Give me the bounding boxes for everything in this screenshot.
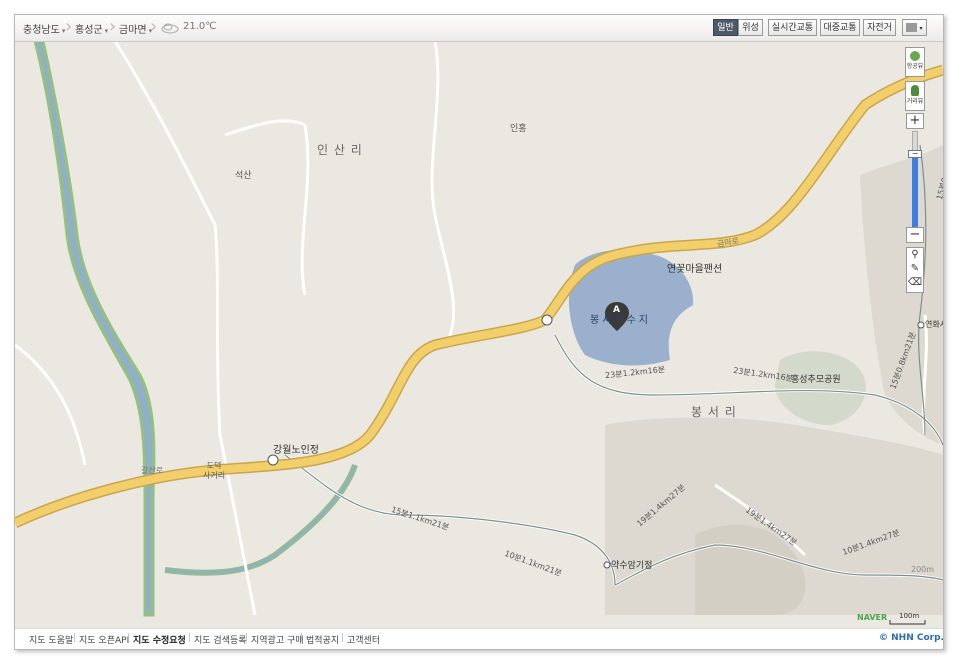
pegman-icon bbox=[911, 85, 919, 96]
aerial-view-icon bbox=[910, 51, 920, 61]
footer-separator: | bbox=[245, 633, 249, 643]
footer-separator: | bbox=[341, 633, 345, 643]
map-style-dropdown[interactable]: ▾ bbox=[902, 19, 927, 36]
scale-label: 100m bbox=[899, 612, 920, 620]
map-normal-button[interactable]: 일반 bbox=[713, 19, 738, 36]
magnifier-icon[interactable]: ⚲ bbox=[907, 248, 923, 262]
public-transit-button[interactable]: 대중교통 bbox=[820, 19, 860, 36]
place-label-gangwol: 강월노인정 bbox=[273, 445, 319, 456]
zoom-slider-handle[interactable]: − bbox=[908, 150, 922, 158]
ruler-icon[interactable]: ✎ bbox=[907, 262, 923, 276]
map-style-swatch-icon bbox=[906, 23, 918, 32]
footer-link-local-ads[interactable]: 지역광고 구매 bbox=[251, 633, 304, 646]
company-name: © NHN Corp. bbox=[879, 633, 944, 643]
footer-link-open-api[interactable]: 지도 오픈API bbox=[79, 633, 129, 646]
footer-bar: 지도 도움말 | 지도 오픈API | 지도 수정요청 | 지도 검색등록 | … bbox=[15, 628, 944, 649]
copyright-icon: © bbox=[879, 633, 888, 643]
breadcrumb-separator: › bbox=[150, 16, 158, 37]
cloud-icon bbox=[161, 23, 179, 34]
footer-separator: | bbox=[300, 633, 304, 643]
eraser-icon[interactable]: ⌫ bbox=[907, 276, 923, 290]
poi-dot bbox=[603, 561, 611, 569]
footer-link-edit-request[interactable]: 지도 수정요청 bbox=[133, 633, 186, 646]
realtime-traffic-button[interactable]: 실시간교통 bbox=[768, 19, 817, 36]
street-view-button[interactable]: 거리뷰 bbox=[905, 81, 925, 111]
place-label-pension: 연꽃마을팬션 bbox=[667, 264, 723, 275]
breadcrumb-separator: › bbox=[65, 16, 73, 37]
place-label-bongseo-ri: 봉 서 리 bbox=[691, 405, 737, 419]
place-label-insan-ri: 인 산 리 bbox=[317, 143, 363, 157]
junction-icon bbox=[541, 314, 553, 326]
footer-separator: | bbox=[188, 633, 192, 643]
footer-separator: | bbox=[127, 633, 131, 643]
footer-separator: | bbox=[73, 633, 77, 643]
elevation-label: 200m bbox=[911, 565, 935, 574]
breadcrumb-township[interactable]: 금마면 ▾ bbox=[119, 21, 152, 36]
map-canvas[interactable] bbox=[15, 15, 943, 649]
breadcrumb-county[interactable]: 홍성군 ▾ bbox=[75, 21, 108, 36]
place-label-yaksu: 약수암기정 bbox=[611, 561, 653, 571]
temperature: 21.0℃ bbox=[183, 21, 217, 32]
place-label-reservoir: 봉서저수지 bbox=[590, 315, 651, 326]
map-tools-panel: ⚲ ✎ ⌫ bbox=[906, 247, 924, 293]
place-label-intersection: 도덕 사거리 bbox=[203, 461, 226, 480]
bicycle-button[interactable]: 자전거 bbox=[863, 19, 896, 36]
zoom-slider-fill bbox=[912, 155, 918, 227]
top-toolbar: 충청남도 ▾ › 홍성군 ▾ › 금마면 ▾ › 21.0℃ 일반 위성 실시간교통 … bbox=[15, 15, 943, 42]
footer-link-search-register[interactable]: 지도 검색등록 bbox=[194, 633, 247, 646]
naver-logo: NAVER bbox=[857, 613, 888, 622]
breadcrumb-separator: › bbox=[109, 16, 117, 37]
footer-link-support[interactable]: 고객센터 bbox=[347, 633, 380, 646]
footer-link-help[interactable]: 지도 도움말 bbox=[29, 633, 73, 646]
road-label-galsan: 갈산로 bbox=[141, 466, 164, 475]
zoom-in-button[interactable]: + bbox=[906, 113, 924, 129]
place-label-park: 홍성추모공원 bbox=[791, 375, 841, 385]
footer-link-legal[interactable]: 법적공지 bbox=[306, 633, 339, 646]
junction-icon bbox=[267, 454, 279, 466]
breadcrumb-province[interactable]: 충청남도 ▾ bbox=[23, 21, 65, 36]
map-frame: 인 산 리 석산 인홍 연꽃마을팬션 A 봉서저수지 봉 서 리 홍성추모공원 … bbox=[14, 14, 944, 650]
aerial-view-button[interactable]: 항공뷰 bbox=[905, 47, 925, 77]
poi-dot bbox=[917, 321, 925, 329]
place-label-inhong: 인홍 bbox=[510, 124, 527, 134]
place-label-yeonhwa: 연화사 bbox=[925, 320, 943, 329]
place-label-seoksan: 석산 bbox=[235, 171, 252, 181]
map-satellite-button[interactable]: 위성 bbox=[738, 19, 763, 36]
zoom-out-button[interactable]: − bbox=[906, 227, 924, 243]
chevron-down-icon: ▾ bbox=[919, 25, 923, 32]
